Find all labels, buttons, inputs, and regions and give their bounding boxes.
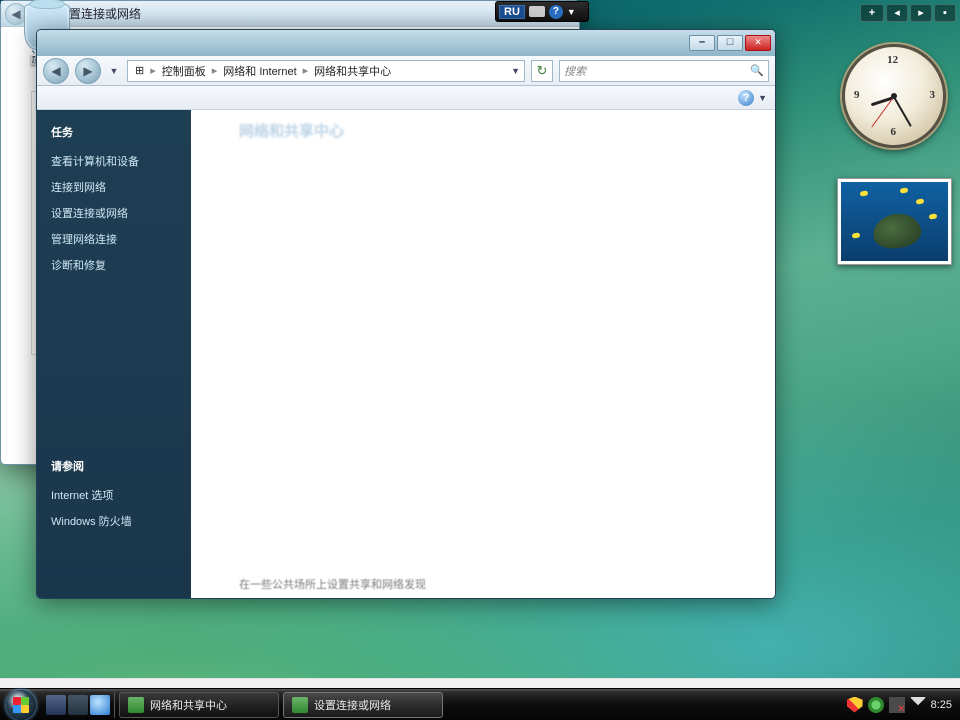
cp-close-button[interactable]: ✕ [745,35,771,51]
gadget-controls: + ◂ ▸ ▪ [860,4,956,22]
keyboard-icon[interactable] [529,6,545,17]
network-icon [292,697,308,713]
nav-back-button[interactable]: ◀ [43,58,69,84]
cp-sidebar: 任务 查看计算机和设备 连接到网络 设置连接或网络 管理网络连接 诊断和修复 请… [37,110,191,598]
start-button[interactable] [0,689,42,720]
taskbar-item-network-center[interactable]: 网络和共享中心 [119,692,279,718]
clock-num-12: 12 [887,54,898,66]
help-icon[interactable]: ? [549,5,563,19]
cp-titlebar[interactable]: ━ ☐ ✕ [37,30,775,56]
wizard-titlebar[interactable]: ◀ 设置连接或网络 ━ ☐ ✕ [1,1,579,27]
cp-content-title: 网络和共享中心 [239,120,344,141]
search-input[interactable]: 搜索 🔍 [559,60,769,82]
breadcrumb[interactable]: ⊞ ▸ 控制面板 ▸ 网络和 Internet ▸ 网络和共享中心 ▼ [127,60,525,82]
sidebar-seealso-internet-options[interactable]: Internet 选项 [37,482,191,508]
volume-icon[interactable] [910,697,926,713]
search-icon[interactable]: 🔍 [750,64,764,77]
clock-num-6: 6 [891,126,897,138]
taskbar-item-setup-connection[interactable]: 设置连接或网络 [283,692,443,718]
network-icon [128,697,144,713]
network-disconnected-icon[interactable] [889,697,905,713]
cp-content-footer: 在一些公共场所上设置共享和网络发现 [239,576,426,592]
search-placeholder: 搜索 [564,63,586,79]
cp-content: 网络和共享中心 在一些公共场所上设置共享和网络发现 [191,110,775,598]
clock-num-9: 9 [854,89,860,101]
gadget-add-button[interactable]: + [860,4,884,22]
breadcrumb-root-icon[interactable]: ⊞ [132,64,147,77]
slideshow-gadget[interactable] [837,178,952,265]
breadcrumb-sep: ▸ [149,64,157,77]
sidebar-seealso-firewall[interactable]: Windows 防火墙 [37,508,191,534]
cp-help-row: ? ▼ [37,86,775,110]
switch-windows-icon[interactable] [68,695,88,715]
breadcrumb-seg-0[interactable]: 控制面板 [159,63,209,79]
sidebar-item-setup-connection[interactable]: 设置连接或网络 [37,200,191,226]
system-tray: 8:25 [839,697,960,713]
cp-minimize-button[interactable]: ━ [689,35,715,51]
sidebar-item-view-computers[interactable]: 查看计算机和设备 [37,148,191,174]
cp-address-bar: ◀ ▶ ▼ ⊞ ▸ 控制面板 ▸ 网络和 Internet ▸ 网络和共享中心 … [37,56,775,86]
refresh-button[interactable]: ↻ [531,60,553,82]
breadcrumb-seg-2[interactable]: 网络和共享中心 [311,63,394,79]
chevron-down-icon[interactable]: ▼ [567,7,576,17]
clock-pin [891,93,897,99]
taskbar: 网络和共享中心 设置连接或网络 8:25 [0,688,960,720]
gadget-prev-button[interactable]: ◂ [886,4,908,22]
nav-forward-button[interactable]: ▶ [75,58,101,84]
clock-gadget[interactable]: 12 3 6 9 [842,44,946,148]
breadcrumb-dropdown[interactable]: ▼ [511,66,520,76]
help-icon[interactable]: ? [738,90,754,106]
sidebar-item-diagnose-repair[interactable]: 诊断和修复 [37,252,191,278]
taskbar-item-label: 网络和共享中心 [150,697,227,713]
language-code[interactable]: RU [499,5,525,19]
network-status-icon[interactable] [868,697,884,713]
sidebar-item-manage-connections[interactable]: 管理网络连接 [37,226,191,252]
tray-clock[interactable]: 8:25 [931,699,952,711]
control-panel-window: ━ ☐ ✕ ◀ ▶ ▼ ⊞ ▸ 控制面板 ▸ 网络和 Internet ▸ 网络… [36,29,776,599]
ie-icon[interactable] [90,695,110,715]
sidebar-seealso-header: 请参阅 [37,458,191,482]
nav-history-dropdown[interactable]: ▼ [107,58,121,84]
clock-num-3: 3 [930,89,936,101]
sidebar-item-connect-network[interactable]: 连接到网络 [37,174,191,200]
gadget-close-button[interactable]: ▪ [934,4,956,22]
sidebar-tasks-header: 任务 [37,124,191,148]
breadcrumb-seg-1[interactable]: 网络和 Internet [220,63,299,79]
language-bar[interactable]: RU ? ▼ [495,1,589,22]
quick-launch [42,692,115,718]
security-shield-icon[interactable] [847,697,863,713]
show-desktop-icon[interactable] [46,695,66,715]
gadget-next-button[interactable]: ▸ [910,4,932,22]
cp-maximize-button[interactable]: ☐ [717,35,743,51]
help-dropdown[interactable]: ▼ [758,93,767,103]
taskbar-item-label: 设置连接或网络 [314,697,391,713]
slideshow-image [841,182,948,261]
